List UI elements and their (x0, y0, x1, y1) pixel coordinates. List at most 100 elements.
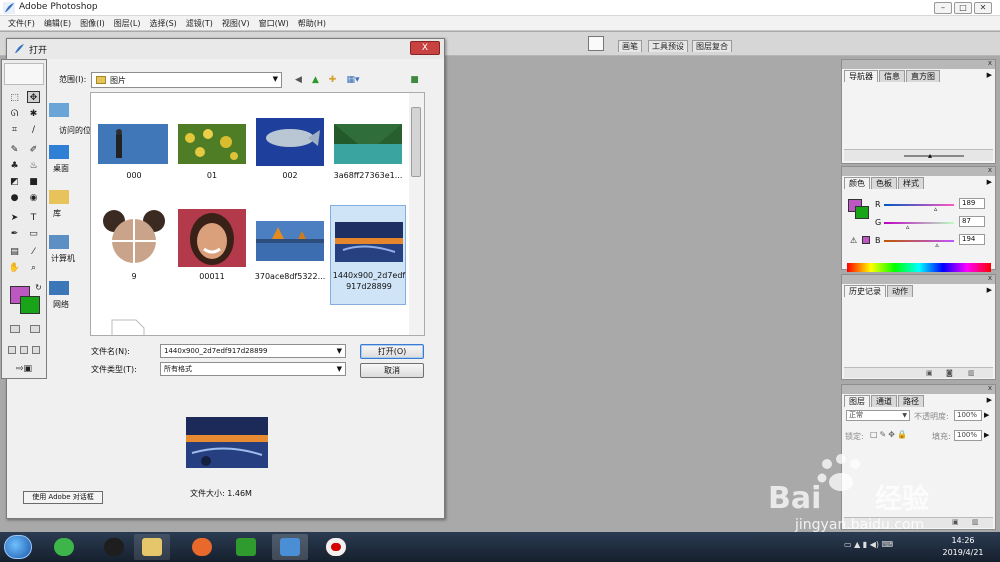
blue-slider[interactable] (884, 240, 954, 242)
tab-channels[interactable]: 通道 (871, 395, 897, 407)
eyedropper-icon[interactable]: ⁄ (27, 246, 40, 258)
path-select-icon[interactable]: ➤ (8, 212, 21, 224)
menu-filter[interactable]: 滤镜(T) (182, 16, 218, 30)
start-button[interactable] (4, 535, 32, 559)
palette-well-layer-comps[interactable]: 图层复合 (692, 40, 732, 52)
move-tool-icon[interactable]: ✥ (27, 91, 40, 103)
shape-tool-icon[interactable]: ▭ (27, 228, 40, 240)
palette-well-tool-presets[interactable]: 工具预设 (648, 40, 688, 52)
panel-menu-icon[interactable]: ▶ (987, 286, 992, 294)
trash-icon[interactable]: ▥ (972, 518, 979, 526)
taskbar-app-explorer[interactable] (134, 534, 170, 560)
zoom-slider-thumb[interactable]: ▴ (928, 151, 932, 160)
close-icon[interactable]: x (988, 59, 992, 67)
panel-menu-icon[interactable]: ▶ (987, 396, 992, 404)
file-tile-3a68[interactable]: 3a68ff27363e1... (330, 118, 406, 188)
type-tool-icon[interactable]: T (27, 212, 40, 224)
scrollbar-thumb[interactable] (411, 107, 421, 177)
hand-tool-icon[interactable]: ✋ (8, 262, 21, 274)
notes-tool-icon[interactable]: ▤ (8, 246, 21, 258)
dialog-close-button[interactable]: X (410, 41, 440, 55)
file-tile-002[interactable]: 002 (252, 118, 328, 188)
close-button[interactable]: ✕ (974, 2, 992, 14)
new-folder-icon[interactable]: ✚ (326, 74, 339, 87)
color-background-swatch[interactable] (855, 206, 869, 219)
red-slider[interactable] (884, 204, 954, 206)
blur-tool-icon[interactable]: ● (8, 192, 21, 204)
menu-help[interactable]: 帮助(H) (294, 16, 331, 30)
minimize-button[interactable]: – (934, 2, 952, 14)
menu-view[interactable]: 视图(V) (218, 16, 255, 30)
dodge-tool-icon[interactable]: ◉ (27, 192, 40, 204)
panel-menu-icon[interactable]: ▶ (987, 178, 992, 186)
red-slider-thumb[interactable]: ▵ (934, 205, 938, 213)
taskbar-app-firefox[interactable] (184, 534, 220, 560)
tab-actions[interactable]: 动作 (887, 285, 913, 297)
screen-mode-icon[interactable] (32, 346, 40, 354)
opacity-arrow-icon[interactable]: ▶ (984, 411, 989, 419)
file-browser-icon[interactable] (588, 36, 604, 51)
taskbar-app-video[interactable] (228, 534, 264, 560)
zoom-slider[interactable] (904, 155, 964, 157)
green-slider[interactable] (884, 222, 954, 224)
file-tile-01[interactable]: 01 (174, 118, 250, 188)
close-icon[interactable]: x (988, 274, 992, 282)
location-dropdown[interactable]: 图片 ▼ (91, 72, 282, 88)
tab-layers[interactable]: 图层 (844, 395, 870, 407)
panel-menu-icon[interactable]: ▶ (987, 71, 992, 79)
jump-to-imageready-icon[interactable]: ⇨▣ (9, 363, 39, 375)
cancel-button[interactable]: 取消 (360, 363, 424, 378)
file-tile-000[interactable]: 000 (96, 118, 172, 188)
tab-history[interactable]: 历史记录 (844, 285, 886, 297)
tab-swatches[interactable]: 色板 (871, 177, 897, 189)
screen-mode-icon[interactable] (8, 346, 16, 354)
green-slider-thumb[interactable]: ▵ (906, 223, 910, 231)
open-button[interactable]: 打开(O) (360, 344, 424, 359)
menu-edit[interactable]: 编辑(E) (40, 16, 76, 30)
screen-mode-icon[interactable] (20, 346, 28, 354)
tab-paths[interactable]: 路径 (898, 395, 924, 407)
file-tile-370a[interactable]: 370ace8df5322... (252, 209, 328, 291)
tab-histogram[interactable]: 直方图 (906, 70, 940, 82)
blue-slider-thumb[interactable]: ▵ (935, 241, 939, 249)
close-icon[interactable]: x (988, 384, 992, 392)
eraser-tool-icon[interactable]: ◩ (8, 176, 21, 188)
palette-well-brushes[interactable]: 画笔 (618, 40, 642, 52)
opacity-field[interactable]: 100% (954, 410, 982, 421)
background-color-swatch[interactable] (20, 296, 40, 314)
menu-layer[interactable]: 图层(L) (110, 16, 146, 30)
quick-mask-icon[interactable] (30, 325, 40, 333)
clone-stamp-icon[interactable]: ♣ (8, 160, 21, 172)
green-value[interactable]: 87 (959, 216, 985, 227)
filetype-select[interactable]: 所有格式 ▼ (160, 362, 346, 376)
file-tile-document[interactable] (96, 318, 172, 335)
tab-color[interactable]: 颜色 (844, 177, 870, 189)
gradient-tool-icon[interactable]: ■ (27, 176, 40, 188)
folder-add-icon[interactable]: ■ (408, 74, 421, 87)
close-icon[interactable]: x (988, 166, 992, 174)
new-snapshot-icon[interactable]: ◙ (946, 369, 953, 377)
trash-icon[interactable]: ▥ (968, 369, 975, 377)
menu-select[interactable]: 选择(S) (145, 16, 181, 30)
lasso-tool-icon[interactable]: ᘏ (8, 108, 21, 120)
magic-wand-icon[interactable]: ✱ (27, 108, 40, 120)
file-list[interactable]: 000 01 002 3a68ff27363e1... 9 00011 370a… (90, 92, 425, 336)
color-spectrum-bar[interactable] (847, 263, 991, 272)
taskbar-app-360[interactable] (46, 534, 82, 560)
up-folder-icon[interactable]: ▲ (309, 74, 322, 87)
file-list-scrollbar[interactable] (409, 92, 425, 336)
file-tile-1440x900[interactable]: 1440x900_2d7edf 917d28899 (330, 205, 406, 305)
system-tray-icons[interactable]: ▭ ▲ ▮ ◀) ⌨ (844, 540, 893, 549)
new-document-from-state-icon[interactable]: ▣ (926, 369, 933, 377)
gamut-warning-icon[interactable]: ⚠ (850, 236, 857, 245)
taskbar-app-photoshop[interactable] (272, 534, 308, 560)
pen-tool-icon[interactable]: ✒ (8, 228, 21, 240)
taskbar-app-recorder[interactable] (318, 534, 354, 560)
taskbar-app-qq[interactable] (96, 534, 132, 560)
lock-icons[interactable]: □✎✥🔒 (870, 430, 909, 439)
fill-field[interactable]: 100% (954, 430, 982, 441)
maximize-button[interactable]: □ (954, 2, 972, 14)
file-tile-9[interactable]: 9 (96, 209, 172, 291)
menu-file[interactable]: 文件(F) (4, 16, 40, 30)
zoom-tool-icon[interactable]: ⌕ (27, 262, 40, 274)
